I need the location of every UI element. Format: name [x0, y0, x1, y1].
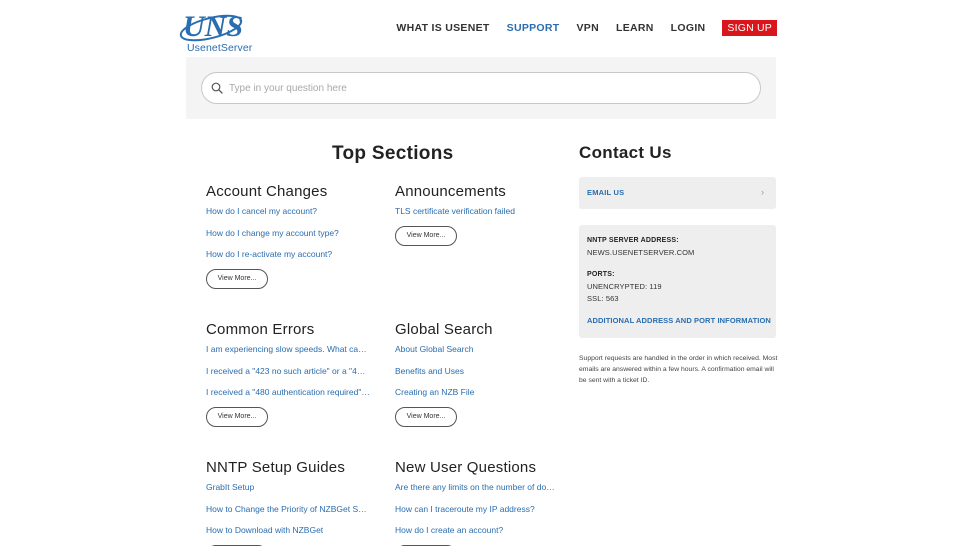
support-note: Support requests are handled in the orde…: [579, 355, 778, 384]
svg-text:UNS: UNS: [183, 10, 243, 43]
view-more-button[interactable]: View More...: [395, 225, 457, 246]
nav-learn[interactable]: LEARN: [616, 20, 654, 36]
article-link[interactable]: Benefits and Uses: [395, 365, 559, 387]
article-link[interactable]: How to Download with NZBGet: [206, 524, 370, 546]
port-ssl: SSL: 563: [587, 294, 619, 303]
article-link[interactable]: How do I change my account type?: [206, 227, 370, 249]
article-link[interactable]: TLS certificate verification failed: [395, 205, 559, 227]
article-link[interactable]: How can I traceroute my IP address?: [395, 503, 559, 525]
section-title: NNTP Setup Guides: [206, 459, 346, 476]
article-link[interactable]: Are there any limits on the number of do…: [395, 481, 559, 503]
additional-port-info-link[interactable]: ADDITIONAL ADDRESS AND PORT INFORMATION: [587, 316, 771, 325]
search-icon: [211, 82, 223, 94]
server-info-card: NNTP SERVER ADDRESS: NEWS.USENETSERVER.C…: [579, 225, 776, 338]
server-address-value: NEWS.USENETSERVER.COM: [587, 248, 695, 257]
main-nav: WHAT IS USENET SUPPORT VPN LEARN LOGIN S…: [379, 20, 777, 36]
nav-what-is-usenet[interactable]: WHAT IS USENET: [396, 20, 489, 36]
article-link[interactable]: How do I re-activate my account?: [206, 248, 370, 270]
article-link[interactable]: GrabIt Setup: [206, 481, 370, 503]
search-band: [186, 57, 776, 119]
article-link[interactable]: How do I create an account?: [395, 524, 559, 546]
section-title: Global Search: [395, 321, 493, 338]
search-box: [201, 72, 761, 104]
section-title: New User Questions: [395, 459, 537, 476]
server-address-label: NNTP SERVER ADDRESS:: [587, 237, 679, 244]
section-common-errors: Common Errors I am experiencing slow spe…: [206, 321, 376, 428]
ports-label: PORTS:: [587, 271, 615, 278]
view-more-button[interactable]: View More...: [395, 407, 457, 428]
article-link[interactable]: How do I cancel my account?: [206, 205, 370, 227]
section-global-search: Global Search About Global Search Benefi…: [395, 321, 565, 428]
article-link[interactable]: I received a "480 authentication require…: [206, 386, 370, 408]
section-title: Common Errors: [206, 321, 315, 338]
section-new-user-questions: New User Questions Are there any limits …: [395, 459, 565, 546]
logo-mark-icon: UNS: [179, 10, 243, 43]
email-us-label: EMAIL US: [587, 188, 625, 197]
view-more-button[interactable]: View More...: [206, 269, 268, 290]
section-account-changes: Account Changes How do I cancel my accou…: [206, 183, 376, 290]
section-title: Account Changes: [206, 183, 328, 200]
article-link[interactable]: How to Change the Priority of NZBGet Ser…: [206, 503, 370, 525]
port-unencrypted: UNENCRYPTED: 119: [587, 282, 662, 291]
chevron-right-icon: ›: [761, 187, 764, 197]
usenetserver-logo[interactable]: UNS UsenetServer: [176, 6, 252, 54]
article-link[interactable]: I received a "423 no such article" or a …: [206, 365, 370, 387]
signup-button[interactable]: SIGN UP: [722, 20, 777, 36]
view-more-button[interactable]: View More...: [206, 407, 268, 428]
article-link[interactable]: About Global Search: [395, 343, 559, 365]
nav-login[interactable]: LOGIN: [671, 20, 706, 36]
nav-vpn[interactable]: VPN: [577, 20, 600, 36]
section-nntp-setup-guides: NNTP Setup Guides GrabIt Setup How to Ch…: [206, 459, 376, 546]
section-title: Announcements: [395, 183, 507, 200]
email-us-card[interactable]: EMAIL US ›: [579, 177, 776, 209]
search-input[interactable]: [229, 73, 749, 103]
article-link[interactable]: Creating an NZB File: [395, 386, 559, 408]
contact-us-title: Contact Us: [579, 143, 672, 162]
logo-wordmark: UsenetServer: [187, 42, 253, 54]
article-link[interactable]: I am experiencing slow speeds. What can …: [206, 343, 370, 365]
top-sections-title: Top Sections: [332, 143, 454, 164]
nav-support[interactable]: SUPPORT: [507, 20, 560, 36]
section-announcements: Announcements TLS certificate verificati…: [395, 183, 565, 246]
